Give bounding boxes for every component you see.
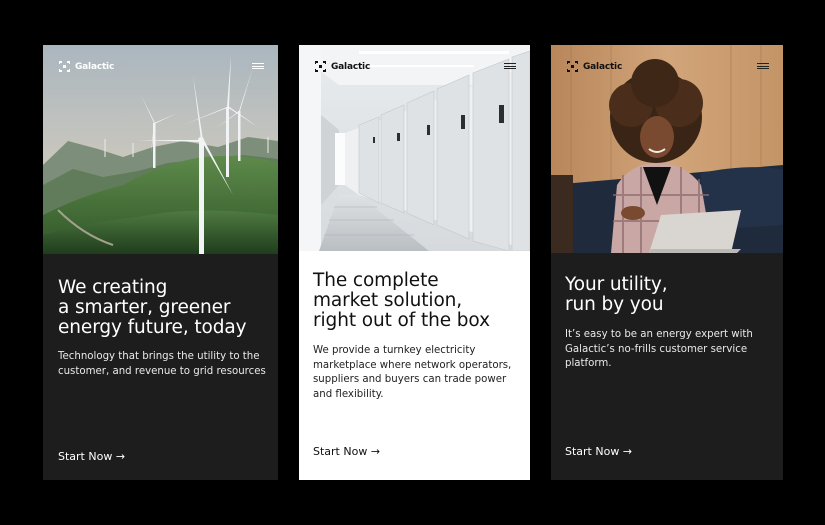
hamburger-menu-icon[interactable] [252, 62, 264, 70]
brand-logo[interactable]: Galactic [566, 60, 622, 73]
screen-card-energy-future: Galactic We creating a smarter, greener … [43, 45, 278, 480]
description-line: and flexibility. [313, 388, 384, 400]
headline-line: We creating [58, 277, 168, 298]
galactic-logo-icon [59, 61, 70, 72]
description-line: platform. [565, 358, 612, 369]
headline-line: market solution, [313, 290, 463, 311]
headline-line: a smarter, greener [58, 297, 231, 318]
headline-line: right out of the box [313, 310, 490, 331]
card-headline: The complete market solution, right out … [313, 271, 490, 331]
description-line: Technology that brings the utility to th… [58, 351, 260, 362]
card-description: We provide a turnkey electricity marketp… [313, 344, 511, 402]
mobile-screens-showcase: Galactic We creating a smarter, greener … [0, 0, 825, 525]
galactic-logo-icon [567, 61, 578, 72]
app-header: Galactic [299, 45, 530, 89]
start-now-link[interactable]: Start Now → [565, 445, 632, 459]
card-headline: Your utility, run by you [565, 275, 668, 315]
description-line: customer, and revenue to grid resources [58, 365, 266, 377]
hamburger-menu-icon[interactable] [757, 62, 769, 70]
app-header: Galactic [43, 45, 278, 89]
screen-card-market-solution: Galactic The complete market solution, r… [299, 45, 530, 480]
card-description: Technology that brings the utility to th… [58, 350, 266, 379]
description-line: We provide a turnkey electricity [313, 345, 476, 356]
headline-line: Your utility, [565, 274, 668, 295]
description-line: marketplace where network operators, [313, 359, 512, 371]
brand-logo[interactable]: Galactic [314, 60, 370, 73]
hamburger-menu-icon[interactable] [504, 62, 516, 70]
screen-card-your-utility: Galactic Your utility, run by you It’s e… [551, 45, 783, 480]
start-now-link[interactable]: Start Now → [313, 445, 380, 459]
brand-name: Galactic [331, 61, 371, 72]
headline-line: The complete [313, 270, 439, 291]
brand-name: Galactic [75, 61, 115, 72]
galactic-logo-icon [315, 61, 326, 72]
headline-line: energy future, today [58, 317, 247, 338]
card-headline: We creating a smarter, greener energy fu… [58, 278, 247, 338]
brand-logo[interactable]: Galactic [58, 60, 114, 73]
description-line: suppliers and buyers can trade power [313, 374, 507, 385]
brand-name: Galactic [583, 61, 623, 72]
card-description: It’s easy to be an energy expert with Ga… [565, 328, 753, 372]
description-line: It’s easy to be an energy expert with [565, 329, 753, 340]
app-header: Galactic [551, 45, 783, 89]
headline-line: run by you [565, 294, 664, 315]
description-line: Galactic’s no-frills customer service [565, 343, 748, 355]
start-now-link[interactable]: Start Now → [58, 450, 125, 464]
